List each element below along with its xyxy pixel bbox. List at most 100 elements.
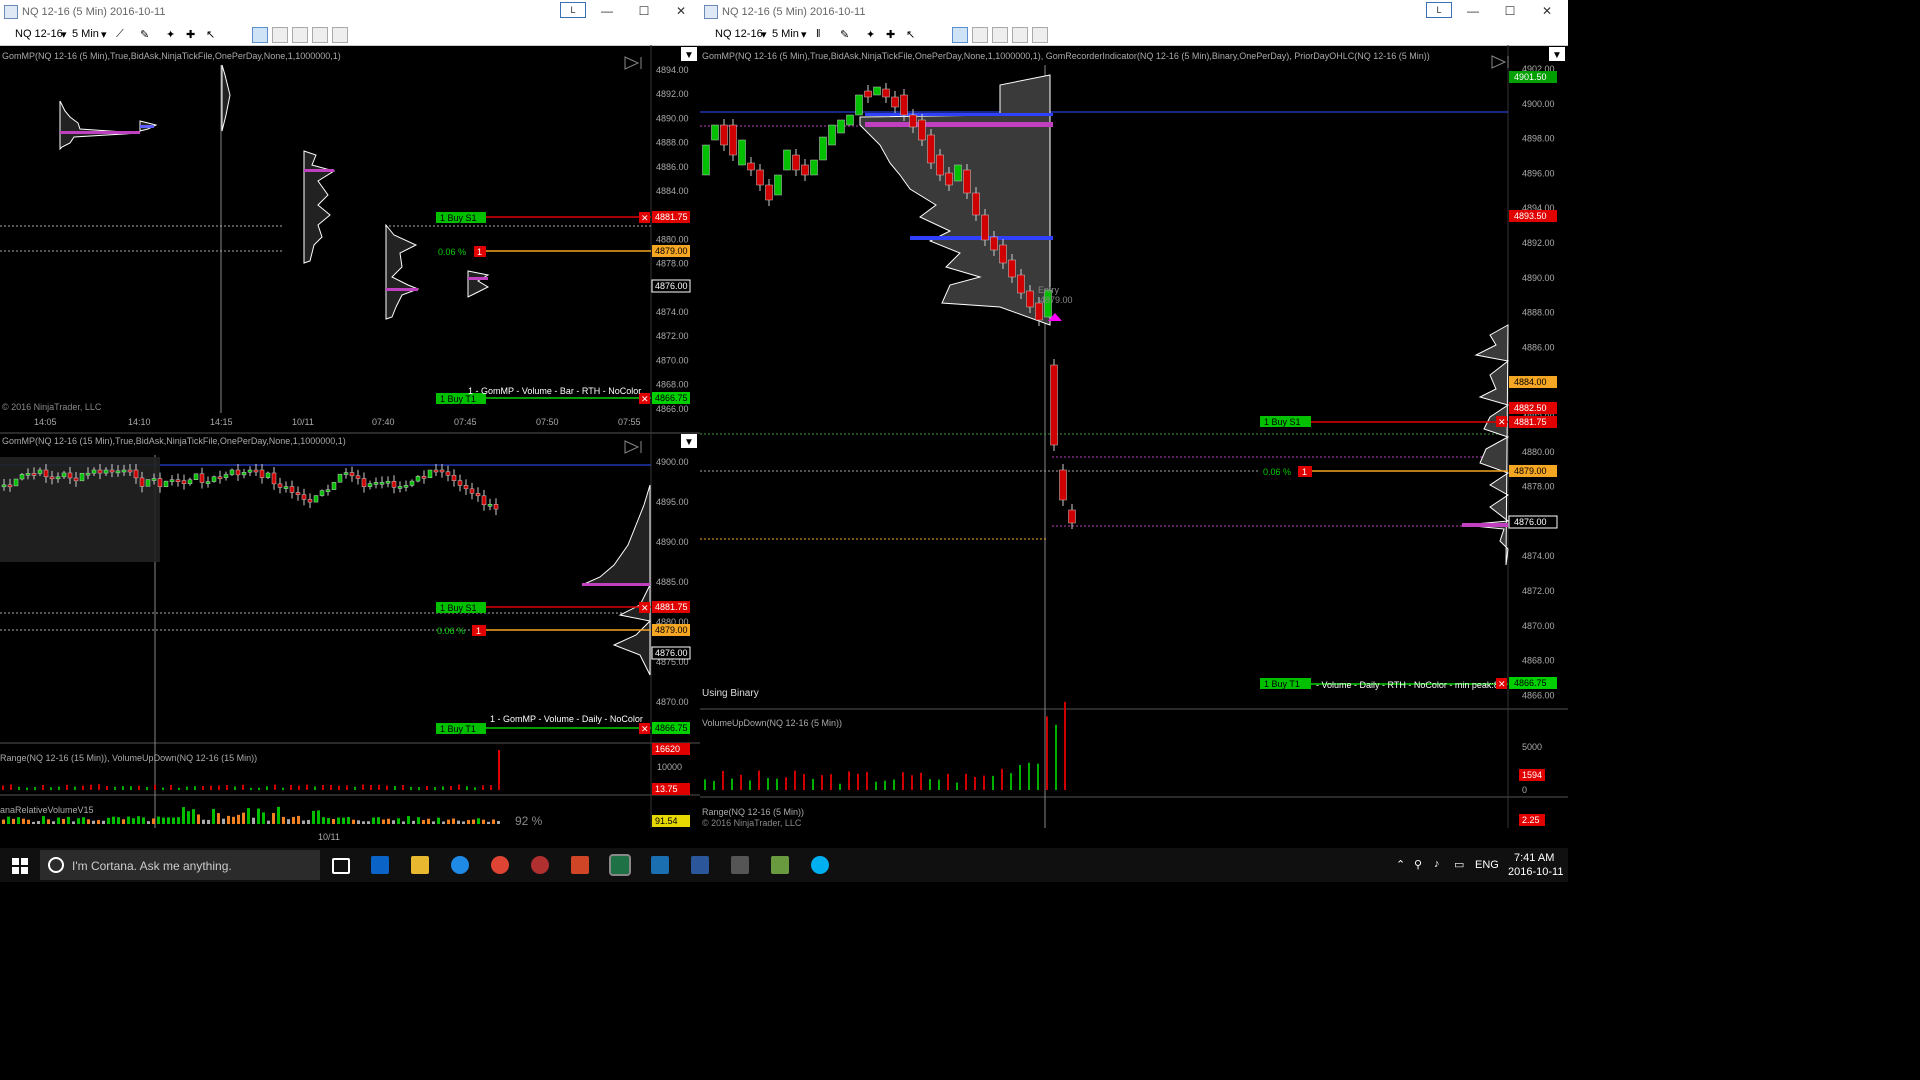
right-chart-canvas[interactable]: ▼ GomMP(NQ 12-16 (5 Min),True,BidAsk,Nin…	[700, 45, 1568, 828]
dropdown-arrow-icon[interactable]: ▼	[1552, 50, 1562, 61]
instrument-selector[interactable]: NQ 12-16	[15, 28, 63, 40]
price-axis-tick: 4878.00	[1522, 482, 1555, 492]
clock-date[interactable]: 2016-10-11	[1508, 866, 1563, 878]
cursor-tool-icon[interactable]: ↖	[206, 28, 215, 41]
volume-bar	[974, 776, 976, 790]
strategy-icon[interactable]	[292, 27, 308, 43]
line-tool-icon[interactable]: ⟋	[116, 28, 124, 41]
period-selector[interactable]: 5 Min	[772, 28, 799, 40]
strategy-icon[interactable]	[992, 27, 1008, 43]
left-window-title: NQ 12-16 (5 Min) 2016-10-11	[22, 6, 166, 18]
left-title-bar[interactable]: NQ 12-16 (5 Min) 2016-10-11 L — ☐ ✕	[0, 0, 700, 24]
pencil-tool-icon[interactable]: ✎	[140, 28, 149, 41]
word-icon[interactable]	[691, 856, 709, 874]
skip-end-icon[interactable]	[624, 440, 642, 454]
start-button[interactable]	[12, 858, 28, 874]
skip-end-icon[interactable]	[1491, 55, 1509, 69]
range-bar	[394, 786, 396, 790]
bar-style-icon[interactable]	[252, 27, 268, 43]
rel-volume-bar	[47, 819, 50, 824]
close-button[interactable]: ✕	[1537, 3, 1557, 19]
dropdown-arrow-icon[interactable]: ▼	[684, 437, 694, 448]
link-button[interactable]: L	[1426, 2, 1452, 18]
volume-bar	[758, 770, 760, 790]
minimize-button[interactable]: —	[1463, 3, 1483, 19]
indicator-icon[interactable]	[972, 27, 988, 43]
candle	[61, 472, 67, 478]
volume-bar	[713, 780, 715, 790]
candle	[91, 469, 97, 474]
app-window-icon[interactable]	[731, 856, 749, 874]
instrument-dropdown-icon[interactable]: ▾	[61, 28, 67, 41]
volume-icon[interactable]: ♪	[1434, 858, 1440, 870]
magic-wand-icon[interactable]: ✦	[866, 28, 875, 41]
battery-icon[interactable]: ▭	[1454, 858, 1464, 871]
chrome-icon[interactable]	[491, 856, 509, 874]
candle	[313, 495, 319, 503]
plus-tool-icon[interactable]: ✚	[186, 28, 195, 41]
price-tag-mid: 4879.00	[652, 245, 690, 257]
volume-bar	[812, 778, 814, 790]
edge-icon[interactable]	[451, 856, 469, 874]
poc-marker	[865, 122, 1053, 127]
minimize-button[interactable]: —	[597, 3, 617, 19]
task-view-icon[interactable]	[332, 858, 350, 874]
candle-style-icon[interactable]: ‖	[816, 28, 821, 40]
plus-tool-icon[interactable]: ✚	[886, 28, 895, 41]
right-title-bar[interactable]: NQ 12-16 (5 Min) 2016-10-11 L — ☐ ✕	[700, 0, 1568, 24]
instrument-selector[interactable]: NQ 12-16	[715, 28, 763, 40]
greenshot-icon[interactable]	[771, 856, 789, 874]
excel-icon[interactable]	[609, 854, 631, 876]
rel-volume-bar	[92, 820, 95, 824]
network-icon[interactable]: ⚲	[1414, 858, 1422, 871]
candle	[828, 124, 836, 146]
properties-icon[interactable]	[1012, 27, 1028, 43]
properties-icon[interactable]	[312, 27, 328, 43]
left-chart-canvas[interactable]: ▼ ▼ GomMP(NQ 12-16 (5 Min),True,BidAsk,N…	[0, 45, 700, 828]
tws-icon[interactable]	[651, 856, 669, 874]
outlook-icon[interactable]	[371, 856, 389, 874]
candle	[469, 488, 475, 494]
period-selector[interactable]: 5 Min	[72, 28, 99, 40]
range-bar	[66, 784, 68, 790]
candle	[55, 476, 61, 480]
ninjatrader-icon[interactable]	[531, 856, 549, 874]
magic-wand-icon[interactable]: ✦	[166, 28, 175, 41]
maximize-button[interactable]: ☐	[1500, 3, 1520, 19]
data-box-icon[interactable]	[332, 27, 348, 43]
volume-bar	[803, 773, 805, 790]
cortana-search-box[interactable]: I'm Cortana. Ask me anything.	[40, 850, 320, 880]
tray-chevron-icon[interactable]: ⌃	[1396, 858, 1405, 871]
left-toolbar: NQ 12-16 ▾ 5 Min ▾ ⟋ ✎ ✦ ✚ ↖	[0, 24, 700, 46]
bar-style-icon[interactable]	[952, 27, 968, 43]
candle	[67, 472, 73, 479]
language-indicator[interactable]: ENG	[1475, 859, 1499, 871]
close-button[interactable]: ✕	[671, 3, 691, 19]
indicator-icon[interactable]	[272, 27, 288, 43]
svg-text:91.54: 91.54	[655, 816, 678, 826]
data-box-icon[interactable]	[1032, 27, 1048, 43]
dropdown-arrow-icon[interactable]: ▼	[684, 50, 694, 61]
range-bar	[178, 787, 180, 790]
cursor-tool-icon[interactable]: ↖	[906, 28, 915, 41]
instrument-dropdown-icon[interactable]: ▾	[761, 28, 767, 41]
candle	[187, 479, 193, 484]
period-dropdown-icon[interactable]: ▾	[101, 28, 107, 41]
link-button[interactable]: L	[560, 2, 586, 18]
buy-s1-label: 1 Buy S1	[1264, 417, 1301, 427]
clock-time[interactable]: 7:41 AM	[1514, 852, 1554, 864]
rel-volume-bar	[7, 816, 10, 824]
powerpoint-icon[interactable]	[571, 856, 589, 874]
range-bar	[82, 785, 84, 790]
rel-volume-bar	[12, 818, 15, 824]
rel-volume-bar	[442, 821, 445, 824]
maximize-button[interactable]: ☐	[634, 3, 654, 19]
volume-bar	[947, 773, 949, 790]
rel-volume-bar	[132, 818, 135, 824]
period-dropdown-icon[interactable]: ▾	[801, 28, 807, 41]
candle	[229, 469, 235, 475]
skype-icon[interactable]	[811, 856, 829, 874]
file-explorer-icon[interactable]	[411, 856, 429, 874]
skip-end-icon[interactable]	[624, 56, 642, 70]
pencil-tool-icon[interactable]: ✎	[840, 28, 849, 41]
